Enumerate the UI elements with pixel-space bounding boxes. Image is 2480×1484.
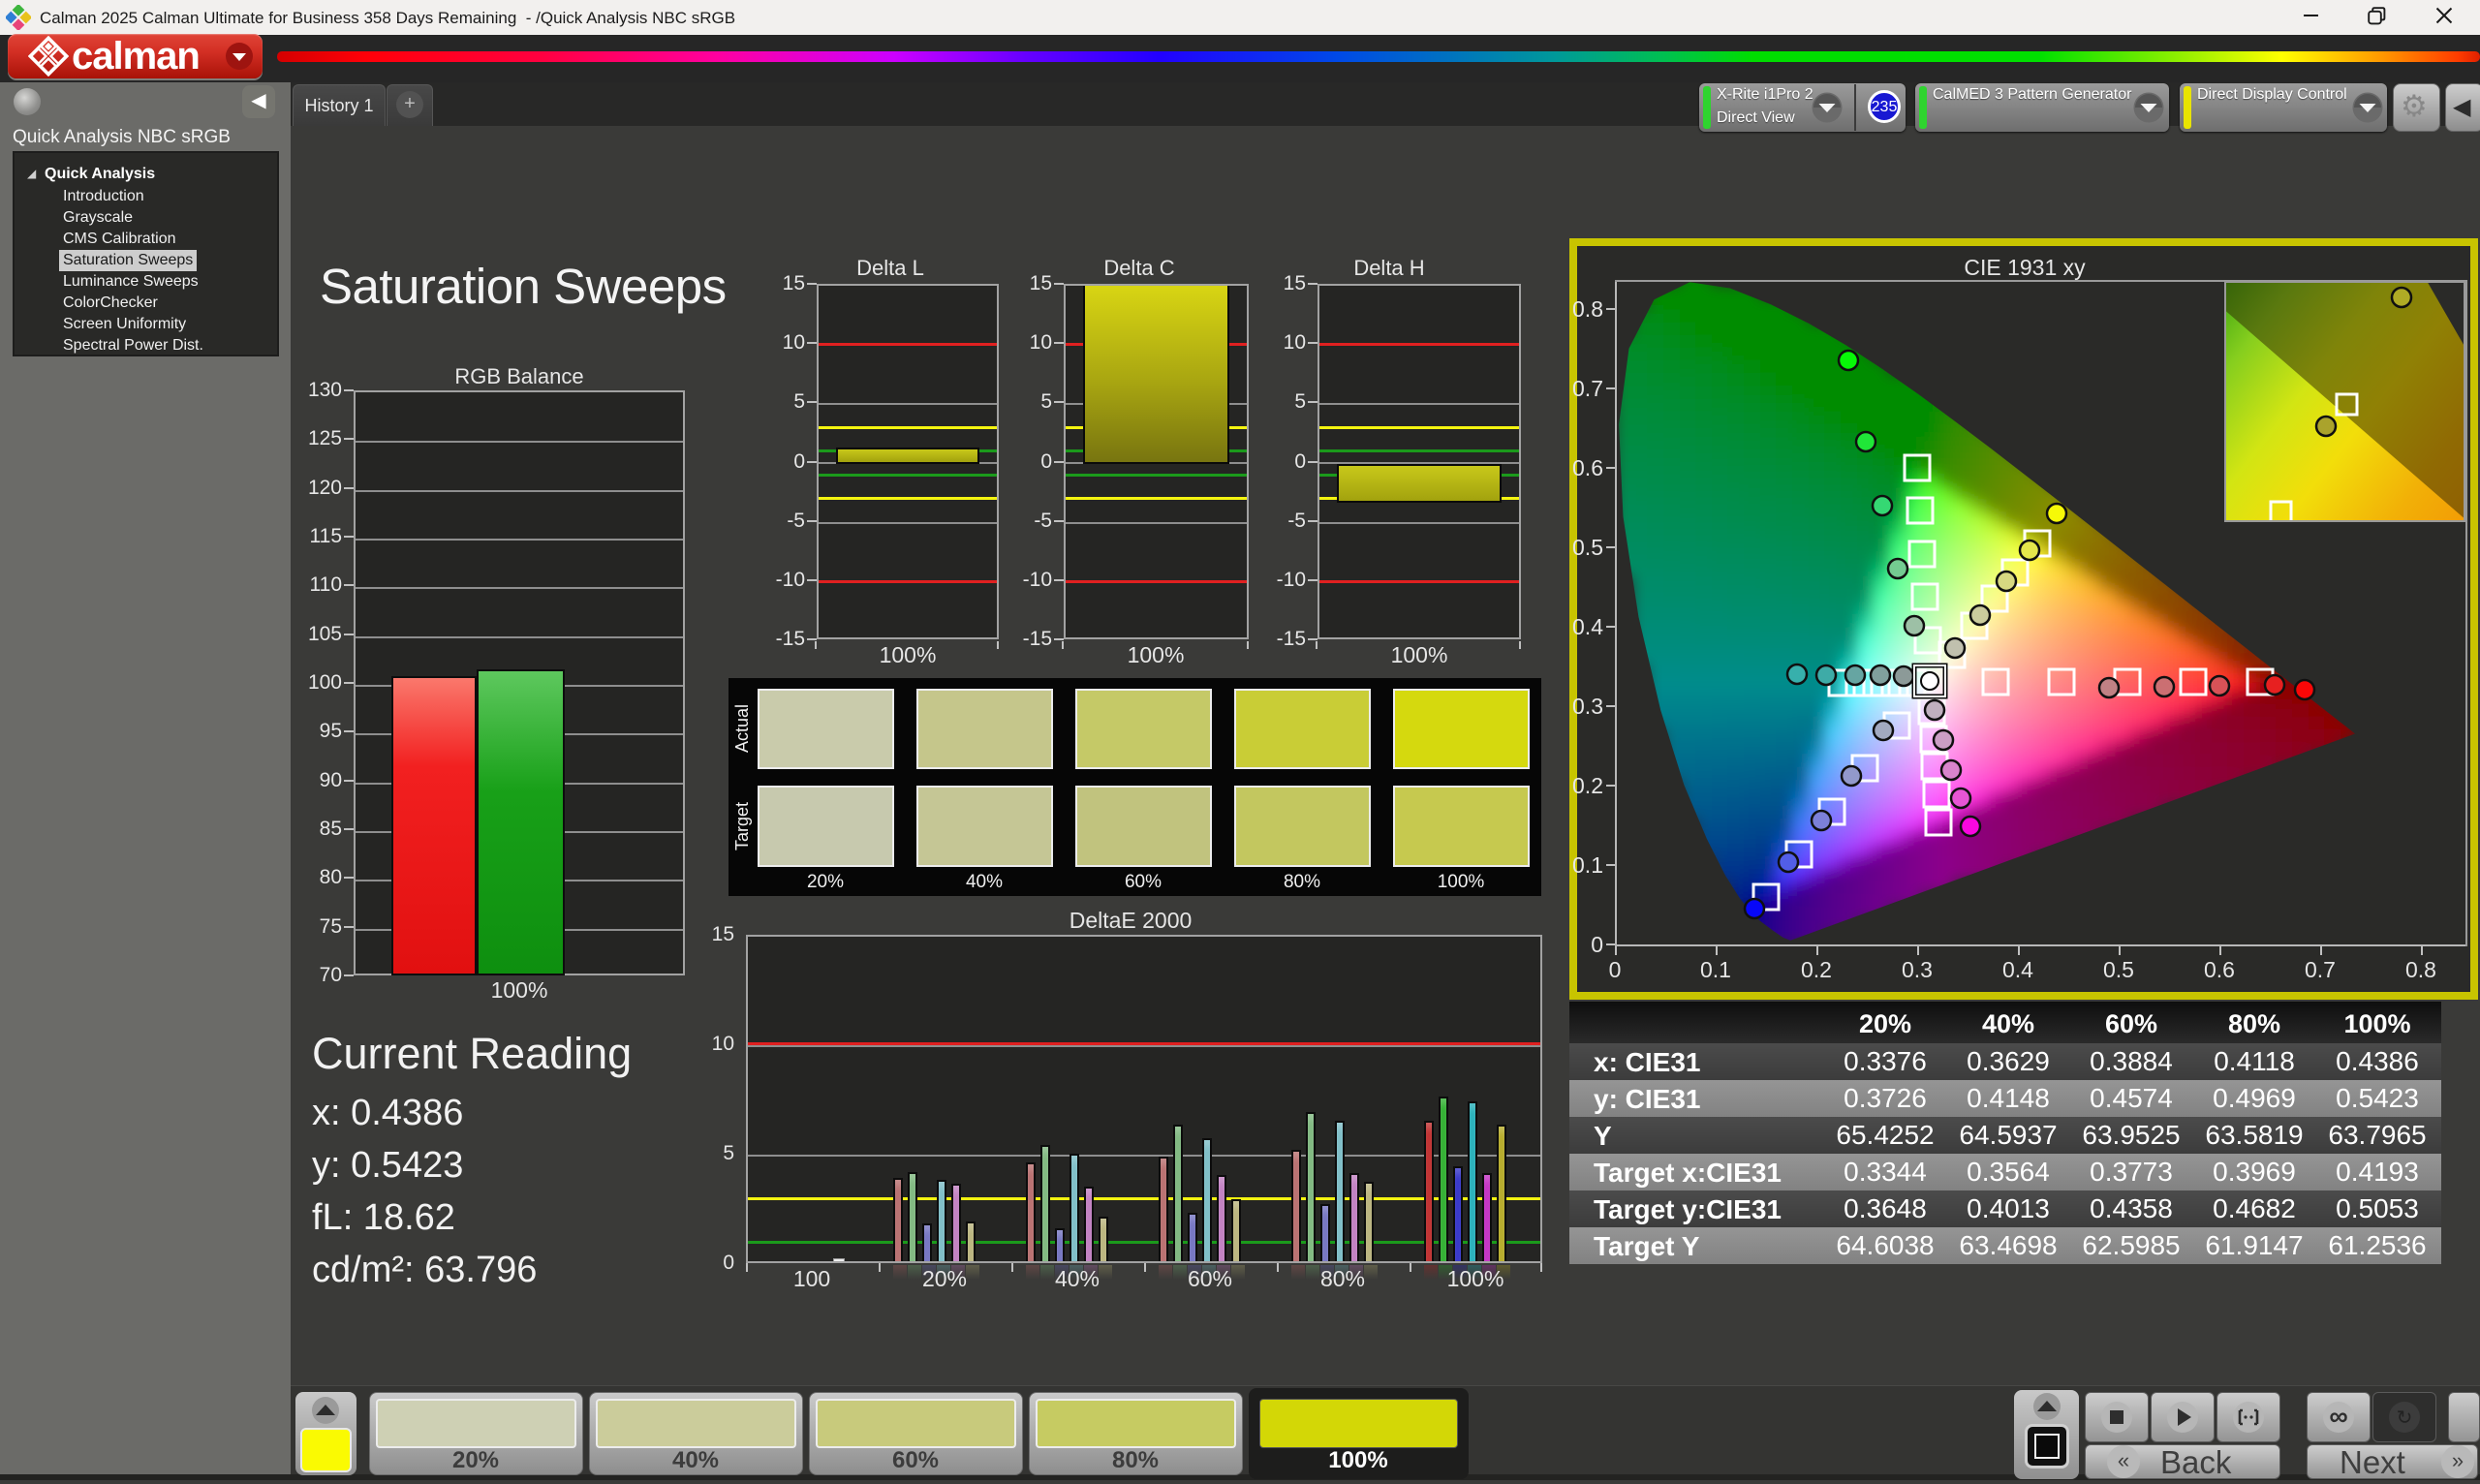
svg-text:∞: ∞	[2329, 1402, 2347, 1431]
svg-text:↻: ↻	[2397, 1407, 2413, 1429]
